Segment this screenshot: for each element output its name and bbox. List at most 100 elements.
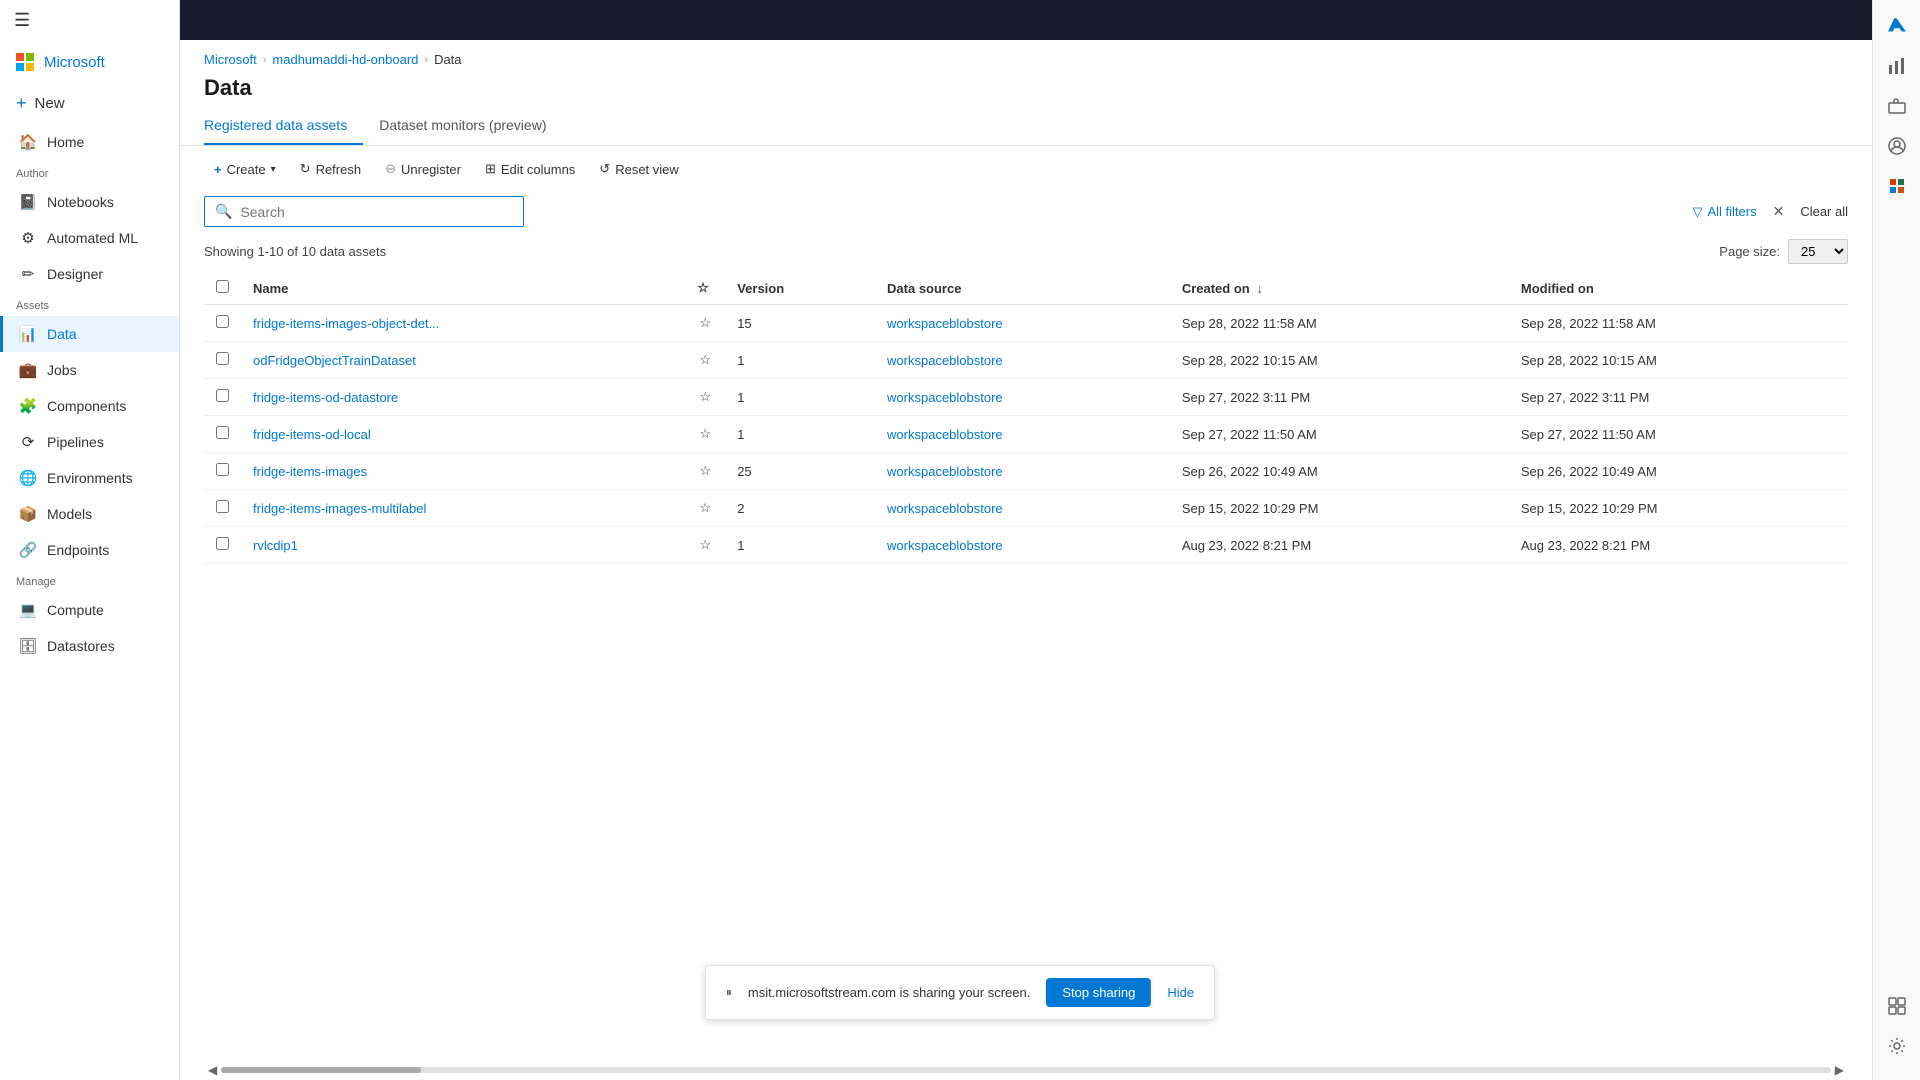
row-checkbox-cell[interactable] (204, 416, 241, 453)
row-name-link[interactable]: fridge-items-images-multilabel (253, 501, 426, 516)
sidebar-item-endpoints[interactable]: 🔗 Endpoints (0, 532, 179, 568)
col-data-source[interactable]: Data source (875, 272, 1170, 305)
apps-icon[interactable] (1879, 988, 1915, 1024)
create-button[interactable]: + Create ▾ (204, 157, 286, 182)
sidebar-item-jobs[interactable]: 💼 Jobs (0, 352, 179, 388)
col-version[interactable]: Version (725, 272, 875, 305)
row-checkbox[interactable] (216, 315, 229, 328)
sidebar-item-label: Datastores (47, 638, 115, 654)
sidebar-item-designer[interactable]: ✏ Designer (0, 256, 179, 292)
row-modified-on-cell: Sep 15, 2022 10:29 PM (1509, 490, 1848, 527)
row-datasource-link[interactable]: workspaceblobstore (887, 464, 1003, 479)
row-version-cell: 1 (725, 379, 875, 416)
sidebar-item-data[interactable]: 📊 Data (0, 316, 179, 352)
row-datasource-link[interactable]: workspaceblobstore (887, 353, 1003, 368)
breadcrumb-microsoft[interactable]: Microsoft (204, 52, 257, 67)
sidebar-item-home[interactable]: 🏠 Home (0, 124, 179, 160)
row-name-link[interactable]: fridge-items-images-object-det... (253, 316, 439, 331)
row-name-link[interactable]: fridge-items-od-local (253, 427, 371, 442)
scroll-right-arrow[interactable]: ▶ (1831, 1063, 1848, 1077)
office-icon[interactable] (1879, 168, 1915, 204)
row-datasource-link[interactable]: workspaceblobstore (887, 390, 1003, 405)
notification-message: msit.microsoftstream.com is sharing your… (748, 985, 1030, 1000)
row-star-cell[interactable]: ☆ (685, 453, 725, 490)
row-name-link[interactable]: rvlcdip1 (253, 538, 298, 553)
row-datasource-link[interactable]: workspaceblobstore (887, 501, 1003, 516)
tab-dataset-monitors[interactable]: Dataset monitors (preview) (379, 109, 562, 145)
sidebar-item-compute[interactable]: 💻 Compute (0, 592, 179, 628)
row-checkbox[interactable] (216, 352, 229, 365)
row-name-link[interactable]: odFridgeObjectTrainDataset (253, 353, 416, 368)
row-star-cell[interactable]: ☆ (685, 379, 725, 416)
row-name-cell: rvlcdip1 (241, 527, 685, 564)
search-input[interactable] (240, 204, 513, 220)
microsoft-grid-icon (16, 53, 34, 71)
row-checkbox-cell[interactable] (204, 527, 241, 564)
row-checkbox[interactable] (216, 537, 229, 550)
sidebar-item-datastores[interactable]: 🗄 Datastores (0, 628, 179, 664)
row-checkbox-cell[interactable] (204, 305, 241, 342)
h-scrollbar-track[interactable] (221, 1067, 1831, 1073)
col-name[interactable]: Name (241, 272, 685, 305)
row-datasource-link[interactable]: workspaceblobstore (887, 316, 1003, 331)
row-datasource-link[interactable]: workspaceblobstore (887, 427, 1003, 442)
row-star-cell[interactable]: ☆ (685, 305, 725, 342)
row-star-cell[interactable]: ☆ (685, 490, 725, 527)
row-star-cell[interactable]: ☆ (685, 342, 725, 379)
sidebar-item-models[interactable]: 📦 Models (0, 496, 179, 532)
row-name-link[interactable]: fridge-items-od-datastore (253, 390, 398, 405)
all-filters-button[interactable]: ▽ All filters (1692, 204, 1756, 220)
sidebar-item-label: Pipelines (47, 434, 104, 450)
hamburger-icon[interactable]: ☰ (14, 10, 30, 31)
sidebar-item-components[interactable]: 🧩 Components (0, 388, 179, 424)
table-row: fridge-items-od-datastore ☆ 1 workspaceb… (204, 379, 1848, 416)
unregister-button[interactable]: ⊖ Unregister (375, 156, 471, 182)
row-checkbox-cell[interactable] (204, 490, 241, 527)
col-modified-on[interactable]: Modified on (1509, 272, 1848, 305)
col-star[interactable]: ☆ (685, 272, 725, 305)
row-checkbox[interactable] (216, 500, 229, 513)
tab-registered-data-assets[interactable]: Registered data assets (204, 109, 363, 145)
sidebar-item-environments[interactable]: 🌐 Environments (0, 460, 179, 496)
row-checkbox[interactable] (216, 463, 229, 476)
sidebar-item-automated-ml[interactable]: ⚙ Automated ML (0, 220, 179, 256)
breadcrumb-workspace[interactable]: madhumaddi-hd-onboard (272, 52, 418, 67)
row-data-source-cell: workspaceblobstore (875, 453, 1170, 490)
row-star-cell[interactable]: ☆ (685, 527, 725, 564)
search-box[interactable]: 🔍 (204, 196, 524, 227)
row-name-cell: fridge-items-images (241, 453, 685, 490)
filter-close-icon[interactable]: ✕ (1773, 203, 1785, 220)
col-created-on[interactable]: Created on ↓ (1170, 272, 1509, 305)
new-button[interactable]: + New (0, 83, 179, 124)
row-star-cell[interactable]: ☆ (685, 416, 725, 453)
jobs-icon: 💼 (19, 361, 37, 379)
row-checkbox-cell[interactable] (204, 379, 241, 416)
user-circle-icon[interactable] (1879, 128, 1915, 164)
hide-button[interactable]: Hide (1167, 985, 1194, 1000)
col-checkbox[interactable] (204, 272, 241, 305)
scroll-left-arrow[interactable]: ◀ (204, 1063, 221, 1077)
row-checkbox[interactable] (216, 426, 229, 439)
azure-icon[interactable] (1879, 8, 1915, 44)
chart-icon[interactable] (1879, 48, 1915, 84)
refresh-button[interactable]: ↻ Refresh (290, 156, 371, 182)
sidebar-item-notebooks[interactable]: 📓 Notebooks (0, 184, 179, 220)
row-name-link[interactable]: fridge-items-images (253, 464, 367, 479)
row-checkbox[interactable] (216, 389, 229, 402)
row-checkbox-cell[interactable] (204, 342, 241, 379)
clear-all-button[interactable]: Clear all (1800, 204, 1848, 219)
reset-view-button[interactable]: ↺ Reset view (589, 156, 688, 182)
page-size-select[interactable]: 25 50 100 (1788, 239, 1848, 264)
row-checkbox-cell[interactable] (204, 453, 241, 490)
pipelines-icon: ⟳ (19, 433, 37, 451)
select-all-checkbox[interactable] (216, 280, 229, 293)
stop-sharing-button[interactable]: Stop sharing (1046, 978, 1151, 1007)
briefcase-icon[interactable] (1879, 88, 1915, 124)
sidebar-microsoft[interactable]: Microsoft (0, 41, 179, 83)
sidebar-item-pipelines[interactable]: ⟳ Pipelines (0, 424, 179, 460)
settings-gear-icon[interactable] (1879, 1028, 1915, 1064)
edit-columns-button[interactable]: ⊞ Edit columns (475, 156, 585, 182)
row-datasource-link[interactable]: workspaceblobstore (887, 538, 1003, 553)
h-scrollbar-thumb[interactable] (221, 1067, 421, 1073)
data-table: Name ☆ Version Data source Created on ↓ … (204, 272, 1848, 564)
